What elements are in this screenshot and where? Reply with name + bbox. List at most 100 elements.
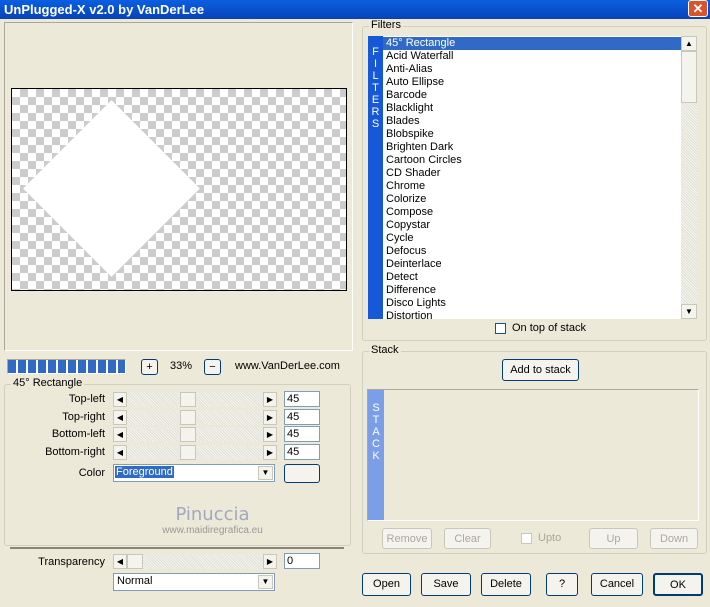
- filter-item[interactable]: Acid Waterfall: [383, 50, 681, 63]
- arrow-right-icon[interactable]: ▶: [263, 427, 277, 443]
- close-button[interactable]: ✕: [688, 0, 708, 17]
- preview-canvas[interactable]: [11, 88, 347, 291]
- scroll-down-icon[interactable]: ▼: [681, 304, 697, 319]
- filters-group-title: Filters: [369, 19, 403, 31]
- slider-thumb[interactable]: [180, 409, 196, 425]
- filter-item[interactable]: Defocus: [383, 245, 681, 258]
- zoom-in-button[interactable]: +: [141, 359, 158, 375]
- delete-button[interactable]: Delete: [481, 573, 531, 596]
- chevron-down-icon: ▼: [258, 575, 273, 589]
- arrow-left-icon[interactable]: ◀: [113, 554, 127, 569]
- transparency-label: Transparency: [38, 556, 105, 568]
- slider-value[interactable]: 45: [284, 408, 320, 425]
- filter-item[interactable]: Distortion: [383, 310, 681, 319]
- filter-scrollbar[interactable]: ▲ ▼: [681, 36, 697, 319]
- param-slider[interactable]: ◀ ▶: [113, 409, 277, 425]
- blend-mode-select[interactable]: Normal ▼: [113, 573, 275, 591]
- slider-label: Top-right: [62, 410, 105, 423]
- filter-item[interactable]: Deinterlace: [383, 258, 681, 271]
- slider-thumb[interactable]: [180, 445, 196, 461]
- filter-item[interactable]: Anti-Alias: [383, 63, 681, 76]
- arrow-right-icon[interactable]: ▶: [263, 554, 277, 569]
- open-button[interactable]: Open: [362, 573, 411, 596]
- slider-value[interactable]: 45: [284, 426, 320, 443]
- filter-item[interactable]: Difference: [383, 284, 681, 297]
- transparency-slider[interactable]: ◀ ▶: [113, 554, 277, 569]
- filter-item[interactable]: Cartoon Circles: [383, 154, 681, 167]
- slider-thumb[interactable]: [180, 392, 196, 407]
- strip-letter: K: [372, 450, 380, 462]
- scroll-thumb[interactable]: [681, 51, 697, 103]
- strip-letter: C: [372, 438, 380, 450]
- add-to-stack-button[interactable]: Add to stack: [502, 359, 579, 381]
- arrow-left-icon[interactable]: ◀: [113, 392, 127, 407]
- down-button[interactable]: Down: [650, 528, 698, 549]
- filter-item[interactable]: Blades: [383, 115, 681, 128]
- arrow-right-icon[interactable]: ▶: [263, 445, 277, 461]
- cancel-button[interactable]: Cancel: [591, 573, 643, 596]
- color-swatch-button[interactable]: [284, 464, 320, 483]
- filter-item[interactable]: Detect: [383, 271, 681, 284]
- clear-button[interactable]: Clear: [444, 528, 491, 549]
- scroll-up-icon[interactable]: ▲: [681, 36, 697, 51]
- slider-thumb[interactable]: [180, 427, 196, 443]
- param-slider[interactable]: ◀ ▶: [113, 392, 277, 407]
- slider-thumb[interactable]: [127, 554, 143, 569]
- filter-item[interactable]: Cycle: [383, 232, 681, 245]
- arrow-left-icon[interactable]: ◀: [113, 409, 127, 425]
- slider-label: Bottom-right: [45, 446, 105, 459]
- filter-item[interactable]: 45° Rectangle: [383, 37, 681, 50]
- progress-bar: [7, 359, 126, 374]
- strip-letter: S: [371, 118, 380, 130]
- remove-button[interactable]: Remove: [382, 528, 432, 549]
- strip-letter: L: [372, 70, 379, 82]
- param-slider[interactable]: ◀ ▶: [113, 445, 277, 461]
- filter-list[interactable]: 45° Rectangle Acid Waterfall Anti-Alias Aut…: [383, 36, 681, 319]
- param-slider[interactable]: ◀ ▶: [113, 427, 277, 443]
- transparency-value[interactable]: 0: [284, 553, 320, 569]
- filter-item[interactable]: Blobspike: [383, 128, 681, 141]
- blend-mode-value: Normal: [117, 575, 153, 587]
- filter-item[interactable]: CD Shader: [383, 167, 681, 180]
- stack-group-title: Stack: [369, 344, 401, 356]
- filter-item[interactable]: Auto Ellipse: [383, 76, 681, 89]
- upto-checkbox[interactable]: [521, 533, 532, 544]
- on-top-checkbox[interactable]: [495, 323, 506, 334]
- strip-letter: T: [372, 82, 379, 94]
- arrow-left-icon[interactable]: ◀: [113, 427, 127, 443]
- filter-item[interactable]: Copystar: [383, 219, 681, 232]
- stack-strip: STACK: [368, 390, 384, 520]
- zoom-out-button[interactable]: −: [204, 359, 221, 375]
- help-button[interactable]: ?: [546, 573, 578, 596]
- strip-letter: T: [372, 414, 380, 426]
- window-title: UnPlugged-X v2.0 by VanDerLee: [4, 2, 205, 17]
- slider-value[interactable]: 45: [284, 391, 320, 407]
- filter-item[interactable]: Chrome: [383, 180, 681, 193]
- watermark-name: Pinuccia: [175, 504, 250, 525]
- stack-list[interactable]: STACK: [367, 389, 699, 521]
- filter-item[interactable]: Blacklight: [383, 102, 681, 115]
- filters-strip: FILTERS: [368, 36, 383, 319]
- close-icon: ✕: [692, 1, 704, 16]
- preview-panel: [4, 22, 353, 351]
- filter-item[interactable]: Colorize: [383, 193, 681, 206]
- color-value: Foreground: [115, 466, 174, 478]
- arrow-left-icon[interactable]: ◀: [113, 445, 127, 461]
- on-top-label: On top of stack: [512, 322, 586, 334]
- save-button[interactable]: Save: [421, 573, 471, 596]
- ok-button[interactable]: OK: [653, 573, 703, 596]
- arrow-right-icon[interactable]: ▶: [263, 409, 277, 425]
- filter-item[interactable]: Barcode: [383, 89, 681, 102]
- arrow-right-icon[interactable]: ▶: [263, 392, 277, 407]
- title-bar: UnPlugged-X v2.0 by VanDerLee: [0, 0, 710, 19]
- website-link[interactable]: www.VanDerLee.com: [235, 360, 340, 372]
- upto-label: Upto: [538, 532, 562, 544]
- up-button[interactable]: Up: [589, 528, 638, 549]
- color-select[interactable]: Foreground ▼: [113, 464, 275, 482]
- filter-item[interactable]: Brighten Dark: [383, 141, 681, 154]
- slider-value[interactable]: 45: [284, 444, 320, 461]
- filter-item[interactable]: Compose: [383, 206, 681, 219]
- strip-letter: A: [372, 426, 380, 438]
- divider: [10, 547, 344, 549]
- filter-item[interactable]: Disco Lights: [383, 297, 681, 310]
